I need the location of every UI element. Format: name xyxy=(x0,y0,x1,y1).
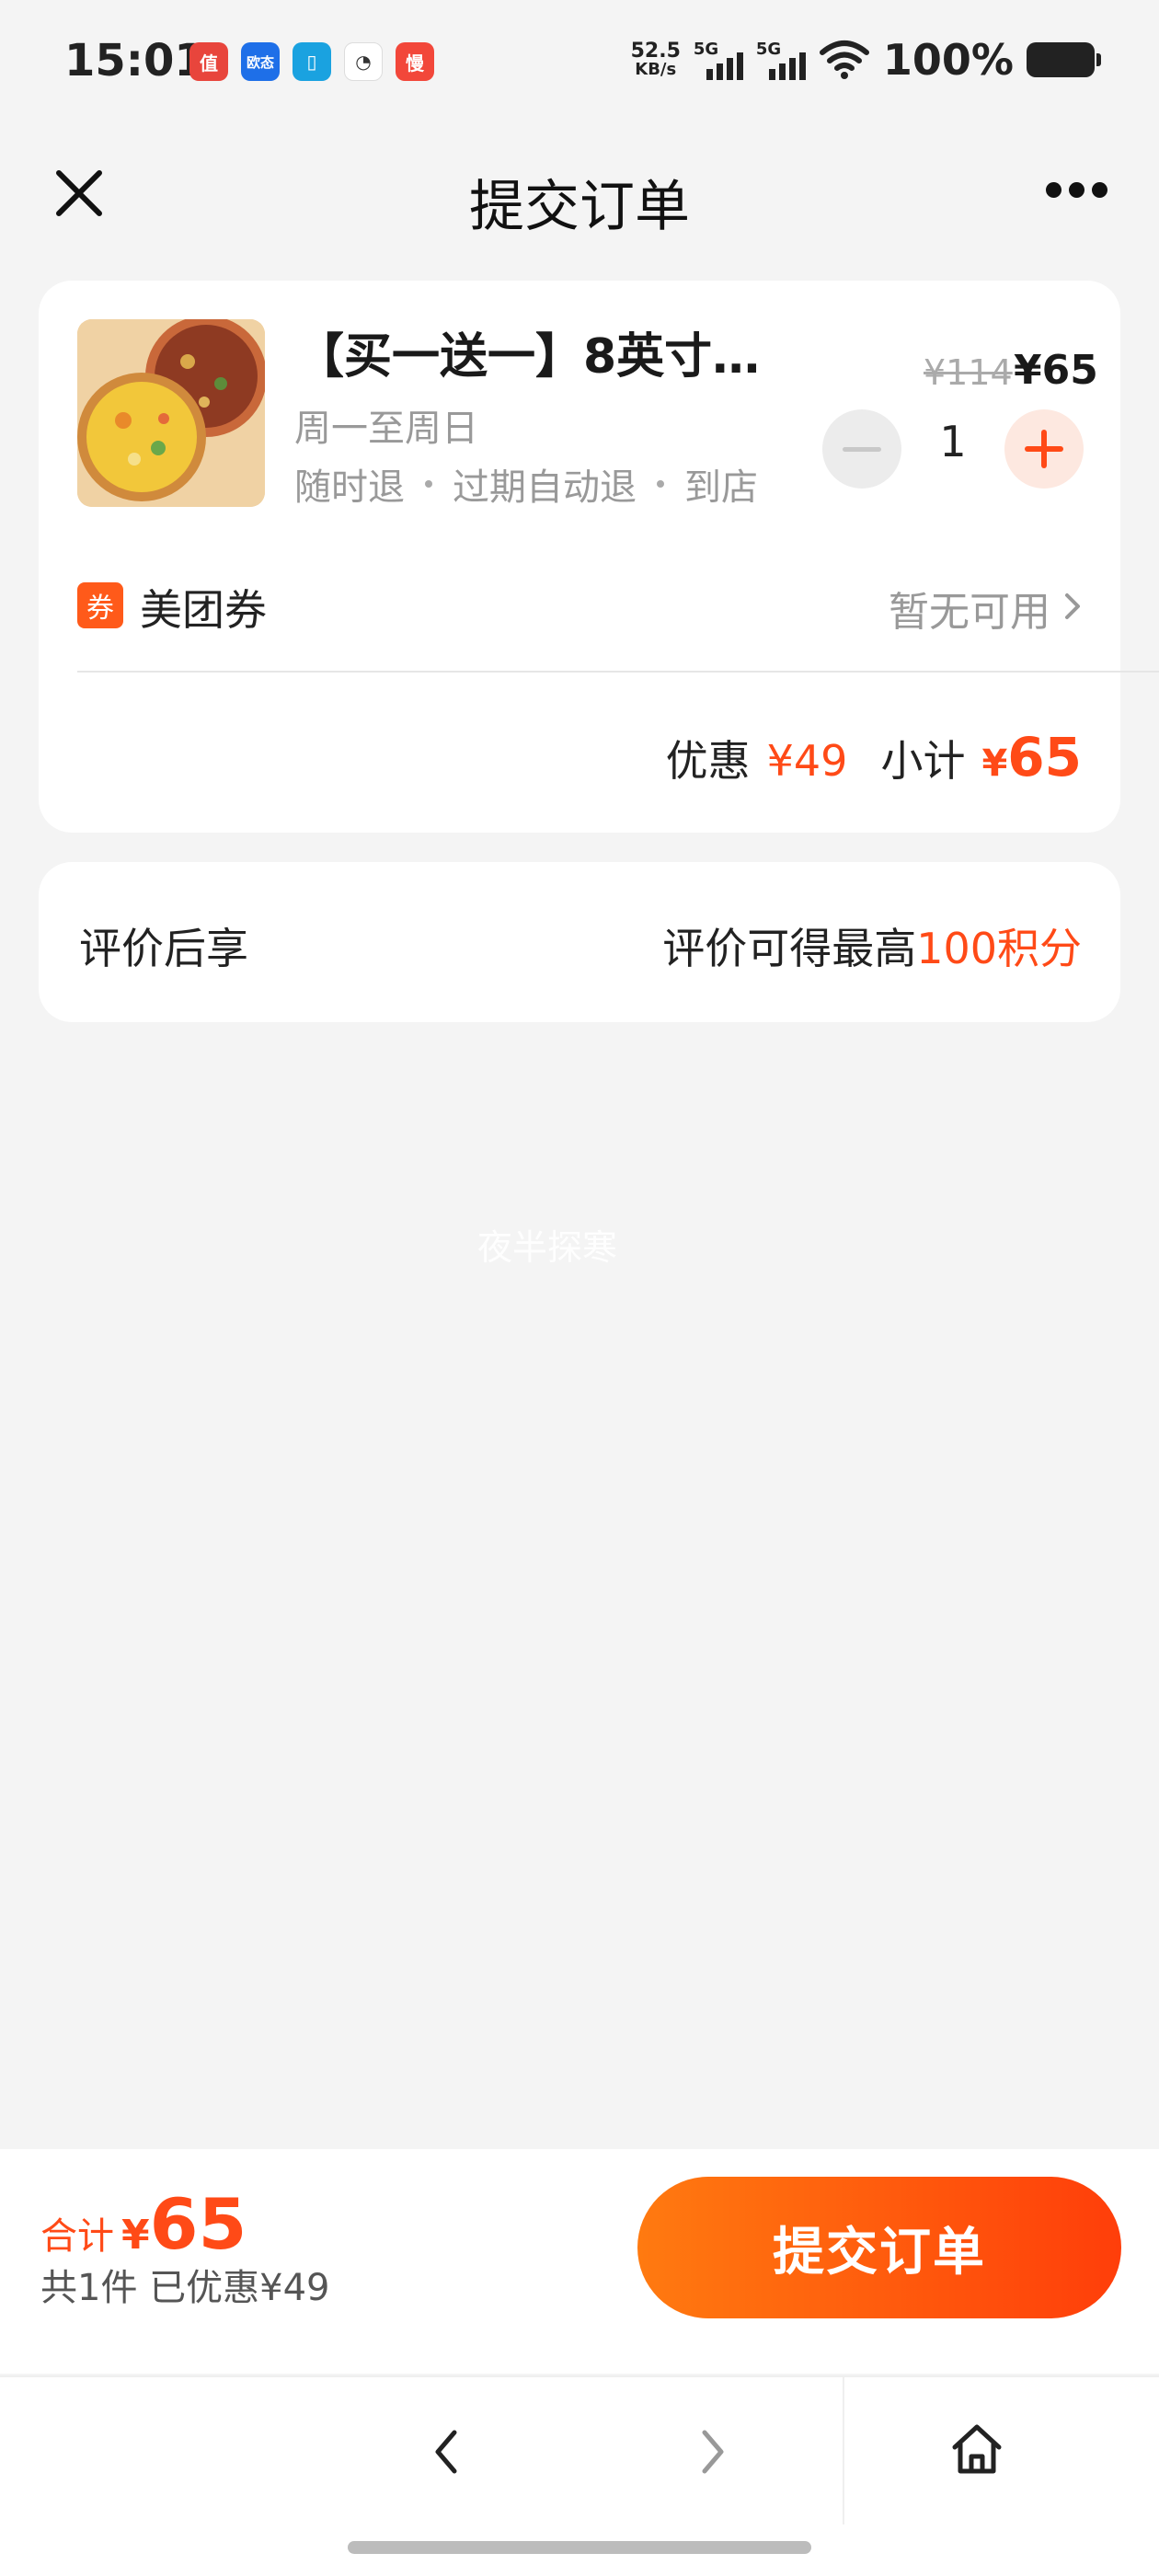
notification-icons: 值 欧态 ▯ ◔ 慢 xyxy=(189,42,434,81)
review-reward-text: 评价可得最高 xyxy=(662,924,917,973)
total-amount: 65 xyxy=(149,2183,247,2265)
policy-item: 过期自动退 xyxy=(453,466,637,509)
order-summary: 共1件 已优惠¥49 xyxy=(40,2267,330,2309)
submit-order-button[interactable]: 提交订单 xyxy=(637,2177,1121,2318)
status-time: 15:01 xyxy=(64,35,205,86)
signal-icon: 5G xyxy=(756,40,806,80)
browser-toolbar xyxy=(0,2375,1159,2576)
subtotal-currency: ¥ xyxy=(981,742,1008,785)
network-speed: 52.5 KB/s xyxy=(631,41,681,78)
policy-item: 到店 xyxy=(684,466,758,509)
clock-app-icon: ◔ xyxy=(344,42,383,81)
app-blue-icon: 欧态 xyxy=(241,42,280,81)
subtotal-label: 小计 xyxy=(880,736,966,786)
review-label: 评价后享 xyxy=(79,924,248,973)
signal-icon: 5G xyxy=(694,40,743,80)
original-price: ¥114 xyxy=(924,352,1013,393)
review-reward: 评价可得最高100积分 xyxy=(662,915,1082,976)
discount-value: ¥49 xyxy=(766,736,848,786)
toolbar-divider xyxy=(843,2377,844,2524)
app-cyan-icon: ▯ xyxy=(293,42,331,81)
nav-bar: 提交订单 xyxy=(0,129,1159,271)
back-arrow-icon[interactable] xyxy=(423,2420,471,2484)
home-indicator[interactable] xyxy=(348,2541,811,2554)
app-red-icon: 值 xyxy=(189,42,228,81)
home-icon[interactable] xyxy=(947,2418,1006,2482)
decrease-quantity-button[interactable] xyxy=(822,409,901,489)
total-label: 合计 xyxy=(40,2215,114,2258)
battery-percent: 100% xyxy=(882,35,1014,85)
order-card: 【买一送一】8英寸… 周一至周日 随时退 过期自动退 到店 ¥114 ¥65 1… xyxy=(39,281,1159,833)
signal-label: 5G xyxy=(755,40,782,59)
page-title: 提交订单 xyxy=(469,175,690,239)
product-validity: 周一至周日 xyxy=(294,408,478,450)
quantity-value: 1 xyxy=(939,417,967,466)
discount-label: 优惠 xyxy=(665,736,751,786)
forward-arrow-icon[interactable] xyxy=(688,2420,736,2484)
battery-icon xyxy=(1027,42,1101,77)
chevron-right-icon[interactable] xyxy=(1060,592,1085,621)
increase-quantity-button[interactable] xyxy=(1004,409,1084,489)
network-speed-value: 52.5 xyxy=(630,40,681,63)
coupon-icon: 券 xyxy=(77,582,123,628)
policy-item: 随时退 xyxy=(294,466,405,509)
more-icon[interactable] xyxy=(1046,182,1107,198)
current-price: ¥65 xyxy=(1014,347,1098,394)
product-policies: 随时退 过期自动退 到店 xyxy=(294,457,758,511)
product-title[interactable]: 【买一送一】8英寸… xyxy=(296,317,848,386)
watermark: 夜半探寒 xyxy=(476,1227,617,1268)
coupon-label[interactable]: 美团券 xyxy=(140,577,267,638)
status-bar: 15:01 值 欧态 ▯ ◔ 慢 52.5 KB/s 5G 5G 100% xyxy=(0,0,1159,129)
total-currency: ¥ xyxy=(121,2212,150,2259)
review-reward-card: 评价后享 评价可得最高100积分 xyxy=(39,862,1120,1022)
subtotal-value: ¥65 xyxy=(981,726,1082,788)
wifi-icon xyxy=(819,40,869,79)
price-summary: 优惠 ¥49 小计 ¥65 xyxy=(666,726,1082,788)
app-orange-icon: 慢 xyxy=(396,42,434,81)
review-reward-points: 100积分 xyxy=(916,924,1082,973)
product-image xyxy=(77,319,265,507)
coupon-status[interactable]: 暂无可用 xyxy=(889,579,1050,638)
signal-label: 5G xyxy=(693,40,719,59)
status-indicators: 52.5 KB/s 5G 5G 100% xyxy=(631,35,1101,85)
checkout-bar: 合计 ¥ 65 共1件 已优惠¥49 提交订单 xyxy=(0,2149,1159,2374)
network-speed-unit: KB/s xyxy=(635,60,677,79)
subtotal-amount: 65 xyxy=(1007,726,1082,788)
total-line: 合计 ¥ 65 xyxy=(40,2190,247,2260)
divider xyxy=(77,671,1159,673)
